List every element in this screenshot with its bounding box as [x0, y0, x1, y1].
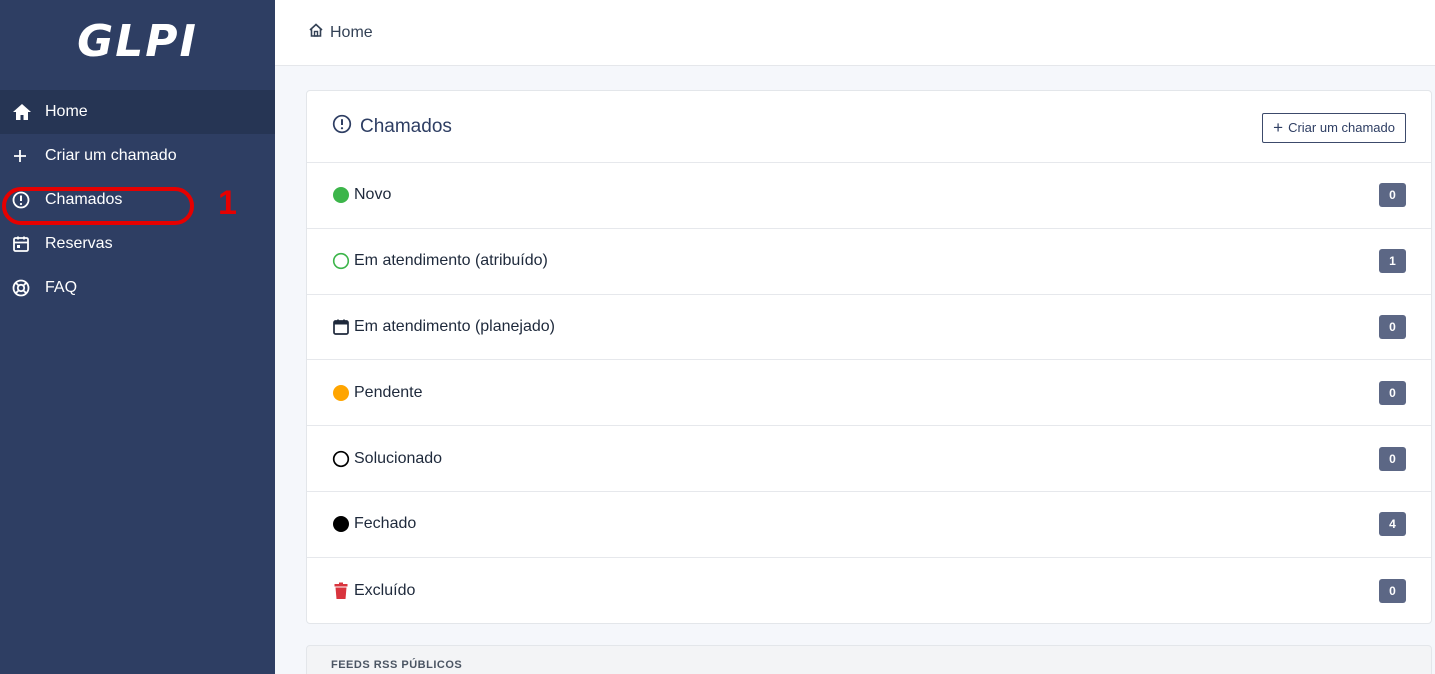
green-circle-outline-icon: [332, 252, 350, 270]
status-count-badge: 1: [1379, 249, 1406, 274]
status-row-assigned[interactable]: Em atendimento (atribuído) 1: [307, 229, 1431, 295]
status-label: Fechado: [354, 515, 417, 533]
status-count-badge: 0: [1379, 578, 1406, 603]
sidebar-item-label: Criar um chamado: [45, 147, 177, 164]
tickets-card: Chamados + Criar um chamado Novo 0 Em at…: [306, 90, 1432, 624]
status-row-solved[interactable]: Solucionado 0: [307, 426, 1431, 492]
status-count-badge: 4: [1379, 512, 1406, 537]
status-row-pending[interactable]: Pendente 0: [307, 360, 1431, 427]
status-label: Novo: [354, 186, 392, 204]
calendar-icon: [12, 234, 34, 254]
home-outline-icon: [308, 22, 330, 43]
annotation-highlight-oval: [2, 187, 194, 225]
sidebar-item-faq[interactable]: FAQ: [0, 266, 275, 310]
status-label: Em atendimento (atribuído): [354, 252, 548, 270]
status-label: Excluído: [354, 581, 416, 599]
sidebar-item-label: Home: [45, 103, 88, 120]
rss-feeds-card: FEEDS RSS PÚBLICOS: [306, 645, 1432, 674]
sidebar-item-create-ticket[interactable]: Criar um chamado: [0, 134, 275, 178]
tickets-card-header: Chamados + Criar um chamado: [307, 91, 1431, 163]
logo-text: GLPI: [77, 15, 198, 67]
status-row-planned[interactable]: Em atendimento (planejado) 0: [307, 295, 1431, 361]
black-circle-outline-icon: [332, 450, 350, 468]
top-bar: Home: [275, 0, 1435, 66]
breadcrumb[interactable]: Home: [308, 22, 373, 43]
breadcrumb-home: Home: [330, 23, 373, 41]
status-count-badge: 0: [1379, 380, 1406, 405]
create-ticket-button[interactable]: + Criar um chamado: [1262, 112, 1406, 143]
sidebar-item-home[interactable]: Home: [0, 90, 275, 134]
black-dot-icon: [332, 515, 350, 533]
status-label: Em atendimento (planejado): [354, 317, 556, 335]
card-title-text: Chamados: [360, 115, 452, 137]
sidebar-item-label: FAQ: [45, 279, 78, 296]
home-icon: [12, 102, 34, 122]
orange-dot-icon: [332, 384, 350, 402]
plus-icon: +: [1273, 118, 1284, 137]
status-count-badge: 0: [1379, 314, 1406, 339]
status-row-deleted[interactable]: Excluído 0: [307, 558, 1431, 624]
tickets-card-title: Chamados: [332, 114, 452, 140]
glpi-logo[interactable]: GLPI: [0, 0, 275, 90]
exclamation-circle-icon: [332, 114, 360, 140]
sidebar-item-label: Reservas: [45, 235, 113, 252]
plus-icon: [12, 146, 34, 166]
status-count-badge: 0: [1379, 446, 1406, 471]
status-label: Solucionado: [354, 449, 443, 467]
annotation-number: 1: [218, 184, 237, 222]
rss-feeds-title: FEEDS RSS PÚBLICOS: [331, 659, 463, 671]
status-row-closed[interactable]: Fechado 4: [307, 492, 1431, 558]
trash-icon: [332, 582, 350, 600]
status-count-badge: 0: [1379, 183, 1406, 208]
sidebar: GLPI Home Criar um chamado Chamados Rese…: [0, 0, 275, 674]
create-ticket-button-label: Criar um chamado: [1288, 120, 1395, 135]
calendar-icon: [332, 318, 350, 336]
lifebuoy-icon: [12, 278, 34, 298]
sidebar-item-reservations[interactable]: Reservas: [0, 222, 275, 266]
status-label: Pendente: [354, 383, 423, 401]
green-dot-icon: [332, 186, 350, 204]
status-row-new[interactable]: Novo 0: [307, 163, 1431, 229]
